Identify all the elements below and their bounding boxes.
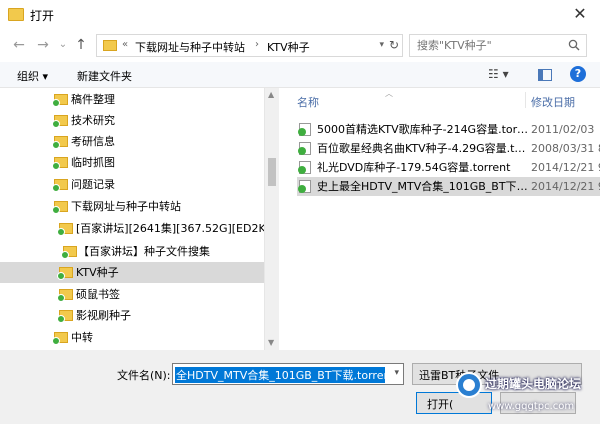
folder-icon (103, 40, 117, 51)
forward-button[interactable]: → (34, 36, 52, 54)
tree-item[interactable]: 临时抓图 (0, 152, 264, 173)
sync-check-icon (57, 294, 65, 302)
title-bar: 打开 ✕ (0, 0, 600, 30)
sync-check-icon (298, 128, 306, 136)
sync-check-icon (298, 166, 306, 174)
sync-check-icon (57, 315, 65, 323)
torrent-file-icon (298, 142, 311, 155)
preview-pane-icon[interactable] (538, 69, 552, 81)
sync-check-icon (298, 185, 306, 193)
sync-check-icon (52, 337, 60, 345)
folder-icon (52, 201, 68, 214)
column-header-name[interactable]: 名称 (297, 94, 319, 110)
folder-icon (52, 94, 68, 107)
window-title: 打开 (30, 9, 55, 23)
folder-icon (52, 332, 68, 345)
tree-item[interactable]: 问题记录 (0, 174, 264, 195)
sync-check-icon (52, 99, 60, 107)
watermark: 过期罐头电脑论坛 www.gqgtpc.com (452, 366, 600, 424)
scroll-down-icon[interactable]: ▼ (268, 338, 274, 347)
sync-check-icon (52, 184, 60, 192)
folder-icon (8, 8, 24, 21)
refresh-icon[interactable]: ↻ (389, 38, 399, 52)
column-divider[interactable] (525, 92, 526, 108)
sync-check-icon (52, 120, 60, 128)
file-row-selected[interactable]: 史上最全HDTV_MTV合集_101GB_BT下载.torrent 2014/1… (297, 177, 600, 196)
file-row[interactable]: 百位歌星经典名曲KTV种子-4.29G容量.torrent 2008/03/31… (297, 139, 600, 158)
tree-item[interactable]: [百家讲坛][2641集][367.52G][ED2K] (0, 218, 264, 239)
torrent-file-icon (298, 123, 311, 136)
folder-icon (61, 246, 77, 259)
scrollbar-thumb[interactable] (268, 158, 276, 186)
close-button[interactable]: ✕ (568, 3, 592, 25)
recent-locations-button[interactable]: ⌄ (54, 36, 72, 54)
folder-icon (57, 267, 73, 280)
search-input[interactable] (415, 36, 565, 55)
forum-logo-icon (456, 372, 482, 398)
sync-check-icon (52, 206, 60, 214)
tree-scrollbar[interactable]: ▲ ▼ (265, 88, 279, 350)
tree-item[interactable]: 下载网址与种子中转站 (0, 196, 264, 217)
tree-item-selected[interactable]: KTV种子 (0, 262, 264, 283)
sync-check-icon (298, 147, 306, 155)
help-icon[interactable]: ? (570, 66, 586, 82)
tree-item[interactable]: 稿件整理 (0, 89, 264, 110)
scroll-up-icon[interactable]: ▲ (268, 90, 274, 99)
tree-item[interactable]: 硕鼠书签 (0, 284, 264, 305)
search-box[interactable] (409, 34, 587, 57)
breadcrumb-download-station[interactable]: 下载网址与种子中转站 (135, 39, 245, 55)
file-list[interactable]: ︿ 名称 修改日期 5000首精选KTV歌库种子-214G容量.torrent … (280, 88, 600, 350)
organize-button[interactable]: 组织 ▾ (17, 68, 48, 84)
tree-item[interactable]: 技术研究 (0, 110, 264, 131)
breadcrumb-ktv[interactable]: KTV种子 (267, 39, 310, 55)
filename-label: 文件名(N): (117, 369, 171, 382)
back-button[interactable]: ← (10, 36, 28, 54)
tree-item[interactable]: 影视刷种子 (0, 305, 264, 326)
column-header-date[interactable]: 修改日期 (531, 94, 575, 110)
folder-icon (57, 310, 73, 323)
navigation-bar: ← → ⌄ ↑ « 下载网址与种子中转站 › KTV种子 ▾ ↻ (0, 30, 600, 62)
address-bar[interactable]: « 下载网址与种子中转站 › KTV种子 ▾ ↻ (96, 34, 403, 57)
tree-item[interactable]: 中转 (0, 327, 264, 348)
search-icon[interactable] (568, 39, 580, 51)
folder-icon (52, 179, 68, 192)
sync-check-icon (52, 162, 60, 170)
filename-combobox[interactable]: 全HDTV_MTV合集_101GB_BT下载.torrent ▾ (172, 363, 404, 385)
navigation-tree[interactable]: 稿件整理 技术研究 考研信息 临时抓图 问题记录 下载网址与种子中转站 [百家讲… (0, 88, 265, 350)
sync-check-icon (57, 272, 65, 280)
chevron-down-icon[interactable]: ▾ (379, 40, 384, 50)
sync-check-icon (57, 228, 65, 236)
file-row[interactable]: 5000首精选KTV歌库种子-214G容量.torrent 2011/02/03 (297, 120, 600, 139)
command-bar: 组织 ▾ 新建文件夹 ☷ ▾ ? (0, 62, 600, 88)
filename-input[interactable]: 全HDTV_MTV合集_101GB_BT下载.torrent (175, 367, 385, 383)
address-overflow[interactable]: « (122, 39, 128, 50)
folder-icon (52, 115, 68, 128)
file-row[interactable]: 礼光DVD库种子-179.54G容量.torrent 2014/12/21 9 (297, 158, 600, 177)
sync-check-icon (52, 141, 60, 149)
folder-icon (52, 157, 68, 170)
up-button[interactable]: ↑ (72, 36, 90, 54)
new-folder-button[interactable]: 新建文件夹 (77, 68, 132, 84)
tree-item[interactable]: 【百家讲坛】种子文件搜集 (0, 241, 264, 262)
folder-icon (57, 289, 73, 302)
sort-caret-icon: ︿ (385, 89, 393, 98)
sync-check-icon (61, 251, 69, 259)
view-options-icon[interactable]: ☷ ▾ (488, 67, 509, 81)
tree-item[interactable]: 考研信息 (0, 131, 264, 152)
chevron-down-icon[interactable]: ▾ (394, 368, 399, 378)
folder-icon (57, 223, 73, 236)
torrent-file-icon (298, 180, 311, 193)
folder-icon (52, 136, 68, 149)
torrent-file-icon (298, 161, 311, 174)
breadcrumb-separator[interactable]: › (255, 39, 259, 50)
